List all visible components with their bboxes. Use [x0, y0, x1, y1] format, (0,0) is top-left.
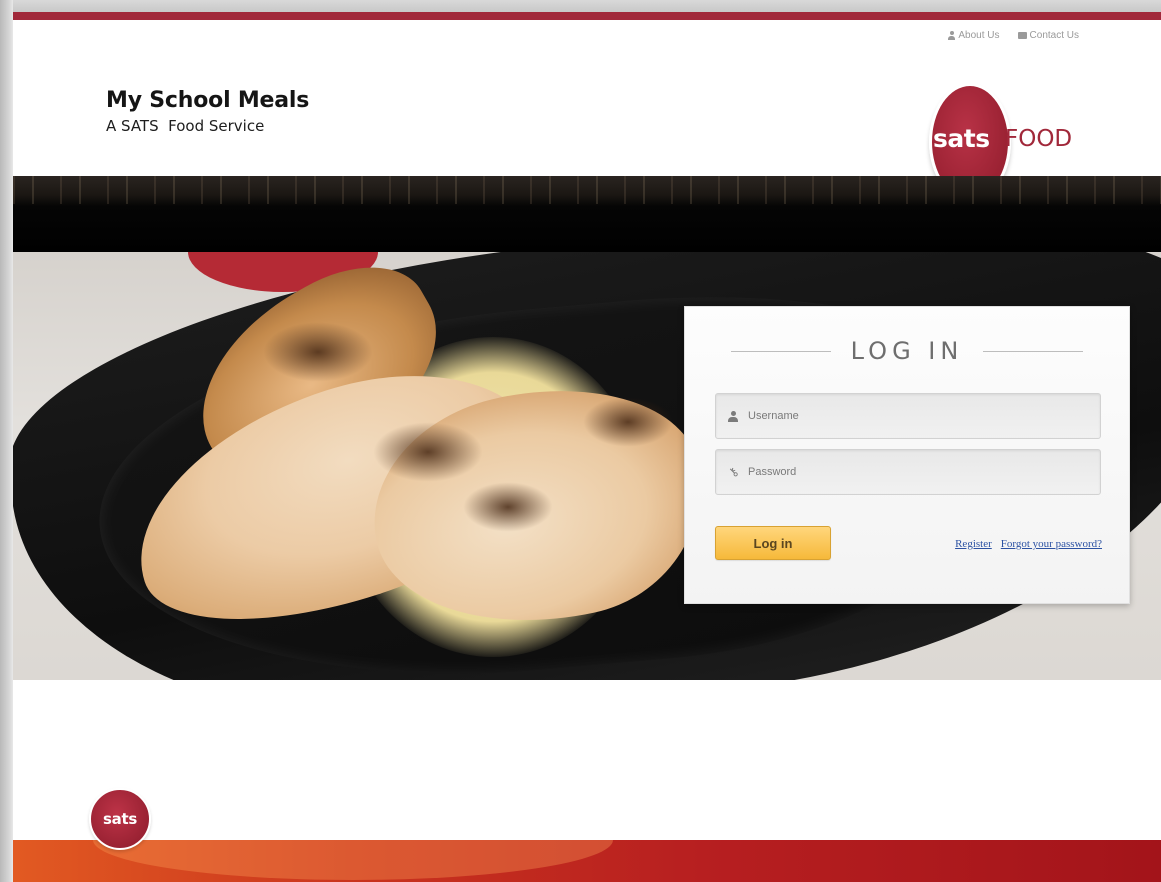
dark-banner: [13, 176, 1161, 252]
footer-sats-logo: sats: [89, 788, 151, 850]
header-accent-bar: [13, 12, 1161, 20]
login-button[interactable]: Log in: [715, 526, 831, 560]
contact-us-link[interactable]: Contact Us: [1017, 30, 1079, 41]
login-title: LOG IN: [850, 337, 964, 365]
card-icon: [1017, 32, 1027, 39]
register-link[interactable]: Register: [955, 538, 992, 550]
brand: My School Meals A SATS Food Service: [106, 88, 309, 135]
about-us-label: About Us: [958, 30, 1000, 41]
top-links: About Us Contact Us: [948, 30, 1079, 41]
key-icon: ⚷: [724, 463, 742, 481]
username-input[interactable]: [744, 394, 1100, 438]
grill-mark: [463, 482, 553, 532]
password-input[interactable]: [744, 450, 1100, 494]
grill-mark: [583, 397, 673, 447]
user-icon: [722, 410, 744, 422]
login-card: LOG IN ⚷ Log in Register Forgot your pas…: [684, 306, 1130, 604]
forgot-password-link[interactable]: Forgot your password?: [1001, 538, 1102, 550]
logo-word: FOOD: [1005, 126, 1073, 152]
person-icon: [948, 31, 956, 40]
about-us-link[interactable]: About Us: [948, 30, 1000, 41]
footer-logo-mark: sats: [103, 810, 137, 828]
grill-mark: [373, 422, 483, 482]
heading-rule-left: [730, 350, 831, 352]
brand-title: My School Meals: [106, 88, 310, 113]
username-field: [715, 393, 1101, 439]
password-field: ⚷: [715, 449, 1101, 495]
window-frame-top: [0, 0, 1161, 12]
window-frame-left: [0, 0, 13, 882]
login-heading: LOG IN: [685, 337, 1129, 365]
contact-us-label: Contact Us: [1029, 30, 1079, 41]
heading-rule-right: [983, 350, 1084, 352]
page: About Us Contact Us My School Meals A SA…: [0, 0, 1161, 882]
grill-mark: [263, 322, 373, 382]
footer-band: [13, 840, 1161, 882]
brand-subtitle: A SATS Food Service: [106, 117, 265, 135]
logo-mark: sats: [933, 124, 990, 153]
login-links: Register Forgot your password?: [955, 538, 1102, 550]
